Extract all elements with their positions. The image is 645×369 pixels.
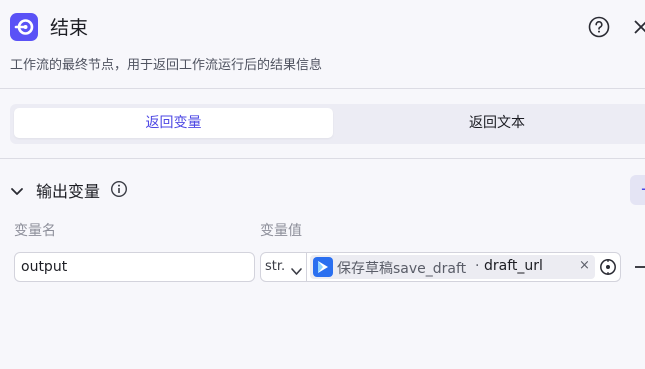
section-title: 输出变量 (36, 182, 101, 201)
reference-separator: · (475, 258, 480, 274)
tab-bar: 返回变量 返回文本 (10, 104, 645, 144)
end-node-icon (10, 13, 38, 41)
info-icon[interactable] (110, 180, 128, 198)
plus-icon: + (640, 179, 645, 201)
chevron-down-icon[interactable] (10, 183, 24, 195)
variable-reference-tag[interactable]: 保存草稿save_draft · draft_url × (310, 255, 595, 279)
question-circle-icon[interactable] (588, 16, 610, 38)
plugin-node-icon (313, 257, 333, 277)
node-title: 结束 (50, 17, 89, 39)
add-variable-button[interactable]: + (630, 175, 645, 205)
tab-return-variables[interactable]: 返回变量 (14, 108, 333, 138)
tab-return-text[interactable]: 返回文本 (337, 108, 645, 138)
divider (0, 158, 645, 159)
variable-picker-icon[interactable] (599, 258, 617, 276)
reference-variable-name: draft_url (484, 258, 543, 274)
close-icon[interactable] (633, 18, 645, 36)
type-select-value: str. (265, 259, 286, 274)
node-header: 结束 (0, 0, 645, 58)
clear-reference-icon[interactable]: × (579, 258, 590, 273)
variable-name-input[interactable] (14, 252, 255, 282)
column-header-name: 变量名 (14, 223, 56, 239)
divider (0, 88, 645, 89)
remove-variable-button[interactable] (631, 258, 645, 276)
type-select[interactable]: str. (261, 253, 307, 281)
column-header-value: 变量值 (260, 223, 302, 239)
chevron-down-icon (290, 262, 303, 275)
node-description: 工作流的最终节点，用于返回工作流运行后的结果信息 (10, 58, 323, 73)
reference-node-name: 保存草稿save_draft (337, 261, 467, 277)
variable-value-field: str. 保存草稿save_draft · draft_url × (260, 252, 621, 282)
